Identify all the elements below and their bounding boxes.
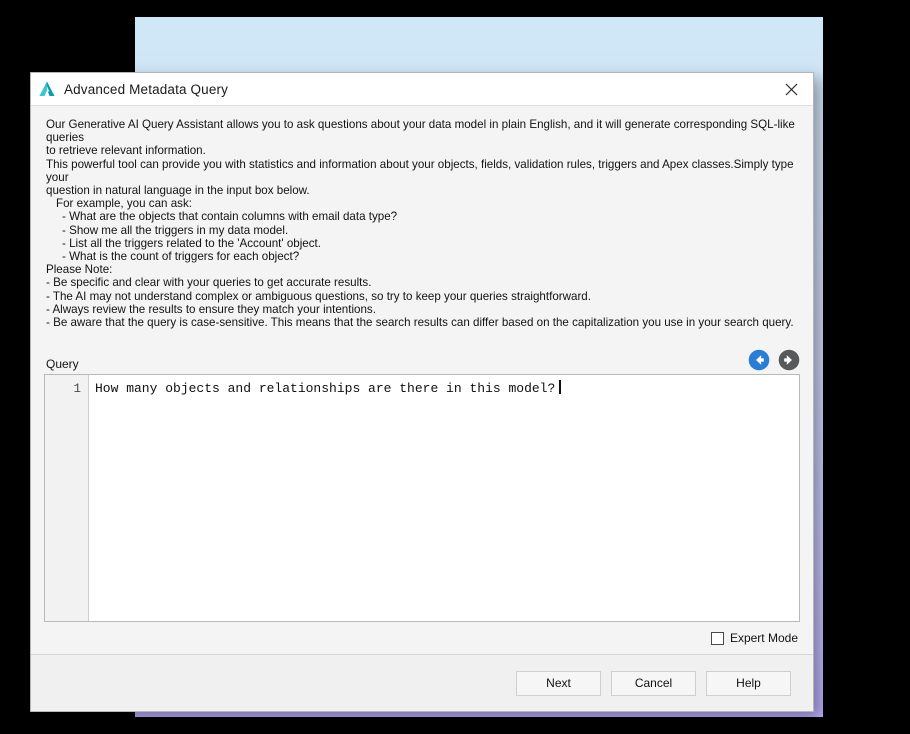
dialog-title: Advanced Metadata Query xyxy=(64,81,229,97)
dialog-titlebar: Advanced Metadata Query xyxy=(31,73,813,106)
query-input-value: How many objects and relationships are t… xyxy=(95,381,556,397)
text-caret xyxy=(559,380,561,395)
intro-line: Our Generative AI Query Assistant allows… xyxy=(46,118,799,145)
app-triangle-icon xyxy=(39,81,55,96)
expert-mode-row: Expert Mode xyxy=(44,622,800,654)
intro-line: This powerful tool can provide you with … xyxy=(46,157,797,184)
expert-mode-label[interactable]: Expert Mode xyxy=(730,631,798,645)
intro-line: - Always review the results to ensure th… xyxy=(46,302,376,316)
intro-line: - Show me all the triggers in my data mo… xyxy=(62,223,289,237)
dialog-content: Our Generative AI Query Assistant allows… xyxy=(31,106,813,655)
query-input[interactable]: How many objects and relationships are t… xyxy=(89,375,799,621)
help-button[interactable]: Help xyxy=(706,670,791,696)
intro-line: - What are the objects that contain colu… xyxy=(62,210,398,224)
query-header-row: Query xyxy=(44,347,800,371)
intro-line: - Be aware that the query is case-sensit… xyxy=(46,316,794,330)
expert-mode-checkbox[interactable] xyxy=(710,631,724,645)
advanced-metadata-query-dialog: Advanced Metadata Query Our Generative A… xyxy=(30,72,814,712)
intro-line: For example, you can ask: xyxy=(56,197,192,211)
cancel-button[interactable]: Cancel xyxy=(611,670,696,696)
intro-line: - What is the count of triggers for each… xyxy=(62,250,300,264)
intro-line: question in natural language in the inpu… xyxy=(46,184,310,198)
query-label: Query xyxy=(46,357,79,372)
next-button[interactable]: Next xyxy=(516,670,601,696)
arrow-left-circle-icon[interactable] xyxy=(748,349,770,371)
query-editor[interactable]: 1 How many objects and relationships are… xyxy=(44,374,800,622)
intro-line: - Be specific and clear with your querie… xyxy=(46,276,372,290)
intro-line: Please Note: xyxy=(46,263,113,277)
close-icon[interactable] xyxy=(769,73,813,105)
intro-line: to retrieve relevant information. xyxy=(46,144,206,158)
editor-gutter: 1 xyxy=(45,375,89,621)
intro-line: - List all the triggers related to the '… xyxy=(62,236,321,250)
arrow-right-circle-icon[interactable] xyxy=(778,349,800,371)
dialog-footer: Next Cancel Help xyxy=(31,655,813,711)
intro-line: - The AI may not understand complex or a… xyxy=(46,289,591,303)
intro-text: Our Generative AI Query Assistant allows… xyxy=(44,118,800,329)
